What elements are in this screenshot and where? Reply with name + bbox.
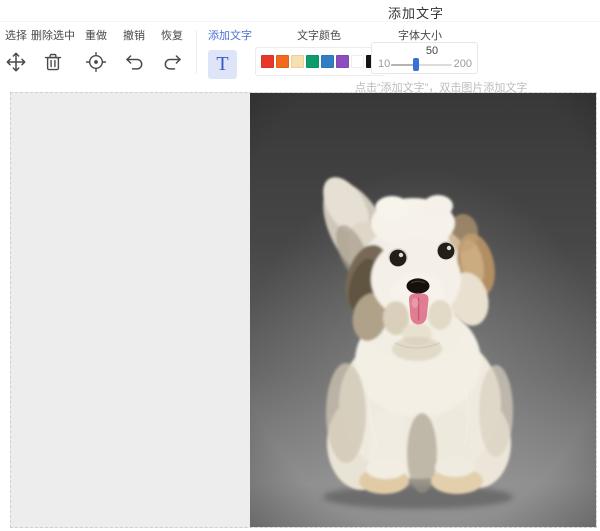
- move-icon: [5, 51, 27, 73]
- color-swatch-orange[interactable]: [276, 55, 289, 68]
- font-size-value: 50: [408, 45, 456, 57]
- font-size-label: 字体大小: [398, 27, 442, 43]
- target-icon: [85, 51, 107, 73]
- tool-select[interactable]: 选择: [1, 27, 31, 73]
- color-swatch-blue[interactable]: [321, 55, 334, 68]
- toolbar-divider: [196, 30, 197, 74]
- tool-delete-label: 删除选中: [31, 27, 75, 43]
- add-text-label: 添加文字: [208, 27, 252, 43]
- tool-undo[interactable]: 撤销: [116, 27, 152, 73]
- color-swatch-purple[interactable]: [336, 55, 349, 68]
- tool-restore[interactable]: 恢复: [154, 27, 190, 73]
- text-color-palette: [255, 47, 385, 76]
- tool-undo-label: 撤销: [123, 27, 145, 43]
- title-divider: [0, 21, 600, 22]
- color-swatch-white[interactable]: [351, 55, 364, 68]
- font-size-min: 10: [378, 58, 390, 70]
- tool-restore-label: 恢复: [161, 27, 183, 43]
- tool-delete-selected[interactable]: 删除选中: [28, 27, 78, 73]
- tool-select-label: 选择: [5, 27, 27, 43]
- color-swatch-red[interactable]: [261, 55, 274, 68]
- color-swatch-cream[interactable]: [291, 55, 304, 68]
- redo-icon: [161, 51, 184, 73]
- editor-canvas[interactable]: [10, 92, 597, 528]
- tool-redo-label: 重做: [85, 27, 107, 43]
- dog-photo[interactable]: [250, 93, 596, 527]
- add-text-button[interactable]: T: [208, 50, 237, 79]
- font-size-slider-fill: [391, 64, 414, 66]
- trash-icon: [43, 51, 63, 73]
- tool-redo[interactable]: 重做: [78, 27, 114, 73]
- add-text-group: 添加文字 T: [208, 27, 252, 79]
- page-title: 添加文字: [388, 3, 444, 22]
- color-swatch-green[interactable]: [306, 55, 319, 68]
- font-size-slider-thumb[interactable]: [413, 58, 419, 71]
- font-size-control: 50 10 200: [371, 42, 478, 74]
- text-color-label: 文字颜色: [297, 27, 341, 43]
- font-size-max: 200: [454, 58, 472, 70]
- undo-icon: [123, 51, 146, 73]
